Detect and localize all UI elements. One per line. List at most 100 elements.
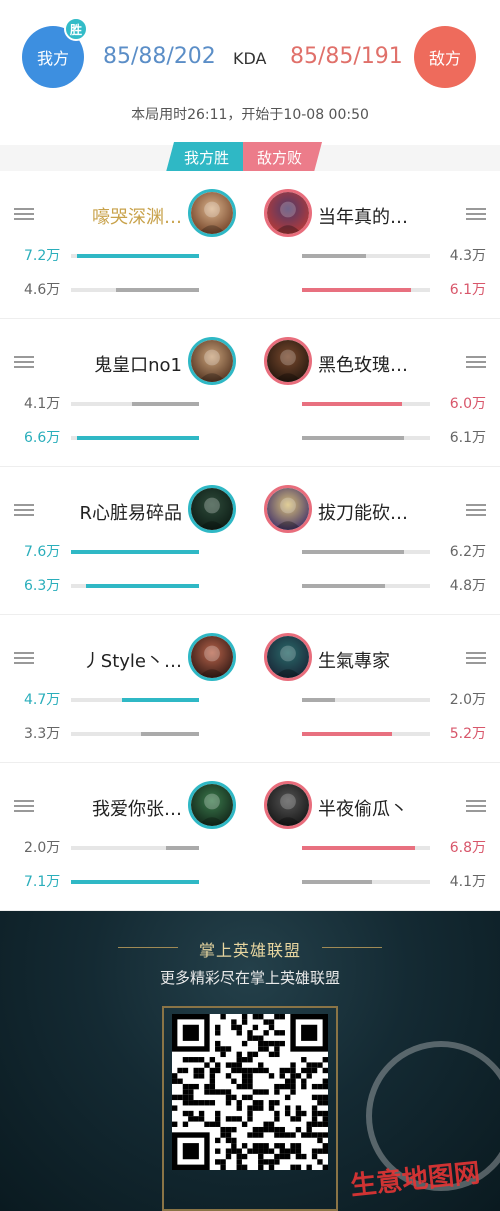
our-stat-value: 7.6万 [24, 544, 61, 560]
stat-bar-fill [122, 698, 199, 702]
our-stat-bar [71, 732, 199, 736]
enemy-player-name: 黑色玫瑰… [318, 355, 408, 376]
player-row[interactable]: 丿Style丶… 生氣專家 4.7万 3.3万 2.0万 5.2万 [0, 615, 500, 763]
stat-bar-fill [71, 880, 199, 884]
match-header: 我方 胜 85/88/202 KDA 85/85/191 敌方 本局用时26:1… [0, 0, 500, 145]
menu-icon[interactable] [14, 504, 34, 516]
stat-bar-fill [115, 288, 199, 292]
enemy-stat-bar [302, 846, 430, 850]
our-stat-bar [71, 846, 199, 850]
tab-our-win[interactable]: 我方胜 [166, 142, 244, 172]
enemy-champion-avatar[interactable] [264, 337, 312, 385]
enemy-champion-avatar[interactable] [264, 781, 312, 829]
our-stat-bar [71, 584, 199, 588]
stat-bar-fill [302, 254, 366, 258]
enemy-stat-bar [302, 732, 430, 736]
enemy-team-badge: 敌方 [414, 26, 476, 88]
enemy-stat-bar [302, 880, 430, 884]
stat-bar-fill [86, 584, 199, 588]
promo-banner: 掌上英雄联盟 更多精彩尽在掌上英雄联盟 生意地图网 [0, 911, 500, 1211]
our-player-name: 鬼皇口no1 [94, 355, 182, 376]
stat-bar-fill [132, 402, 199, 406]
stat-bar-fill [302, 402, 402, 406]
qr-code-icon [172, 1014, 328, 1170]
player-row[interactable]: 我爱你张… 半夜偷瓜丶 2.0万 7.1万 6.8万 4.1万 [0, 763, 500, 911]
menu-icon[interactable] [466, 652, 486, 664]
stat-bar-fill [302, 436, 405, 440]
enemy-stat-value: 6.8万 [449, 840, 486, 856]
our-stat-value: 7.2万 [24, 248, 61, 264]
menu-icon[interactable] [14, 652, 34, 664]
match-info: 本局用时26:11，开始于10-08 00:50 [131, 107, 369, 123]
menu-icon[interactable] [466, 356, 486, 368]
enemy-kda: 85/85/191 [290, 44, 403, 69]
player-row[interactable]: 嚎哭深渊… 当年真的… 7.2万 4.6万 4.3万 6.1万 [0, 171, 500, 319]
enemy-champion-avatar[interactable] [264, 485, 312, 533]
our-stat-value: 6.6万 [24, 430, 61, 446]
our-champion-avatar[interactable] [188, 189, 236, 237]
enemy-stat-value: 4.1万 [449, 874, 486, 890]
player-rows: 嚎哭深渊… 当年真的… 7.2万 4.6万 4.3万 6.1万 鬼皇口no1 黑色玫瑰… [0, 171, 500, 911]
our-player-name: 我爱你张… [92, 799, 182, 820]
our-stat-bar [71, 254, 199, 258]
enemy-stat-value: 6.2万 [449, 544, 486, 560]
our-player-name: 丿Style丶… [82, 651, 182, 672]
kda-label: KDA [233, 49, 267, 68]
enemy-player-name: 半夜偷瓜丶 [318, 799, 408, 820]
our-player-name: R心脏易碎品 [79, 503, 182, 524]
our-champion-avatar[interactable] [188, 337, 236, 385]
our-stat-value: 6.3万 [24, 578, 61, 594]
stat-bar-fill [165, 846, 199, 850]
our-kda: 85/88/202 [103, 44, 216, 69]
watermark: 生意地图网 [349, 1158, 482, 1202]
our-stat-value: 4.1万 [24, 396, 61, 412]
our-stat-value: 4.7万 [24, 692, 61, 708]
promo-subtitle: 更多精彩尽在掌上英雄联盟 [159, 969, 340, 987]
our-champion-avatar[interactable] [188, 781, 236, 829]
enemy-stat-value: 6.0万 [449, 396, 486, 412]
our-champion-avatar[interactable] [188, 633, 236, 681]
qr-code[interactable] [172, 1014, 328, 1170]
title-ornament [322, 947, 382, 948]
champion-portrait [267, 784, 309, 826]
enemy-stat-bar [302, 288, 430, 292]
enemy-player-name: 拔刀能砍… [318, 503, 408, 524]
enemy-champion-avatar[interactable] [264, 189, 312, 237]
our-stat-bar [71, 550, 199, 554]
menu-icon[interactable] [466, 800, 486, 812]
champion-portrait [191, 340, 233, 382]
enemy-champion-avatar[interactable] [264, 633, 312, 681]
enemy-stat-value: 2.0万 [449, 692, 486, 708]
enemy-stat-bar [302, 254, 430, 258]
stat-bar-fill [77, 254, 199, 258]
stat-bar-fill [302, 846, 415, 850]
champion-portrait [267, 340, 309, 382]
enemy-player-name: 生氣專家 [318, 651, 390, 672]
menu-icon[interactable] [14, 356, 34, 368]
enemy-stat-value: 6.1万 [449, 282, 486, 298]
our-stat-bar [71, 698, 199, 702]
menu-icon[interactable] [14, 208, 34, 220]
our-stat-bar [71, 288, 199, 292]
stat-bar-fill [302, 698, 336, 702]
tab-enemy-lose[interactable]: 敌方败 [243, 142, 322, 172]
enemy-stat-bar [302, 550, 430, 554]
stat-bar-fill [302, 550, 405, 554]
our-champion-avatar[interactable] [188, 485, 236, 533]
stat-bar-fill [302, 584, 386, 588]
our-player-name: 嚎哭深渊… [92, 207, 182, 228]
enemy-stat-value: 4.3万 [449, 248, 486, 264]
champion-portrait [191, 488, 233, 530]
champion-portrait [191, 192, 233, 234]
menu-icon[interactable] [14, 800, 34, 812]
menu-icon[interactable] [466, 504, 486, 516]
menu-icon[interactable] [466, 208, 486, 220]
stat-bar-fill [302, 732, 392, 736]
win-badge: 胜 [64, 17, 88, 41]
player-row[interactable]: 鬼皇口no1 黑色玫瑰… 4.1万 6.6万 6.0万 6.1万 [0, 319, 500, 467]
our-stat-value: 7.1万 [24, 874, 61, 890]
champion-portrait [267, 192, 309, 234]
stat-bar-fill [77, 436, 199, 440]
enemy-stat-value: 6.1万 [449, 430, 486, 446]
player-row[interactable]: R心脏易碎品 拔刀能砍… 7.6万 6.3万 6.2万 4.8万 [0, 467, 500, 615]
